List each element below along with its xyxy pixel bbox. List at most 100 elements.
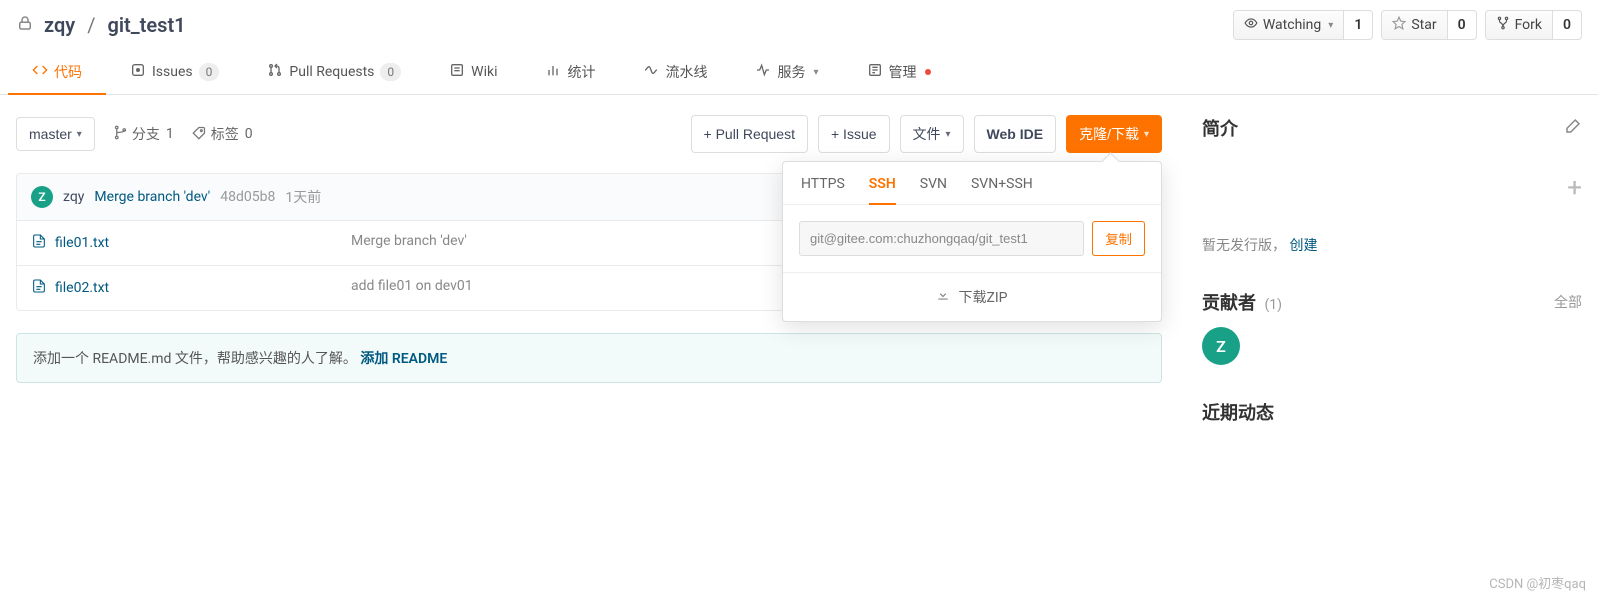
watch-count: 1 bbox=[1344, 12, 1372, 38]
tab-code[interactable]: 代码 bbox=[8, 48, 106, 94]
clone-tab-https[interactable]: HTTPS bbox=[801, 176, 845, 204]
code-icon bbox=[32, 62, 48, 82]
watch-label: Watching bbox=[1263, 17, 1321, 33]
tab-services-label: 服务 bbox=[777, 62, 805, 82]
tags-count: 0 bbox=[245, 126, 253, 142]
clone-tab-svn-ssh[interactable]: SVN+SSH bbox=[971, 176, 1033, 204]
web-ide-button[interactable]: Web IDE bbox=[974, 115, 1057, 153]
services-icon bbox=[755, 62, 771, 82]
pull-request-icon bbox=[267, 62, 283, 82]
tab-stats[interactable]: 统计 bbox=[521, 48, 619, 94]
create-release-link[interactable]: 创建 bbox=[1289, 238, 1317, 254]
fork-button[interactable]: Fork 0 bbox=[1485, 10, 1582, 40]
tab-issues-label: Issues bbox=[152, 64, 193, 80]
intro-heading: 简介 bbox=[1202, 115, 1238, 141]
tab-pr-count: 0 bbox=[380, 63, 401, 81]
clone-download-button[interactable]: 克隆/下载 ▾ bbox=[1066, 115, 1162, 153]
edit-intro-button[interactable] bbox=[1564, 117, 1582, 139]
star-count: 0 bbox=[1448, 12, 1476, 38]
branches-link[interactable]: 分支 1 bbox=[113, 124, 174, 144]
star-button[interactable]: Star 0 bbox=[1381, 10, 1476, 40]
caret-down-icon: ▾ bbox=[1144, 129, 1149, 140]
star-label: Star bbox=[1411, 17, 1436, 33]
file-icon bbox=[31, 233, 47, 253]
commit-message[interactable]: Merge branch 'dev' bbox=[94, 189, 210, 205]
repo-title: zqy / git_test1 bbox=[16, 13, 186, 37]
download-zip-button[interactable]: 下载ZIP bbox=[783, 272, 1161, 321]
branch-icon bbox=[113, 125, 128, 144]
readme-prompt: 添加一个 README.md 文件，帮助感兴趣的人了解。 添加 README bbox=[16, 333, 1162, 383]
issues-icon bbox=[130, 62, 146, 82]
tab-pull-requests[interactable]: Pull Requests 0 bbox=[243, 48, 425, 94]
tab-wiki[interactable]: Wiki bbox=[425, 48, 521, 94]
tab-stats-label: 统计 bbox=[567, 62, 595, 82]
tab-pr-label: Pull Requests bbox=[289, 64, 374, 80]
pipeline-icon bbox=[643, 62, 659, 82]
avatar[interactable]: Z bbox=[31, 186, 53, 208]
files-dropdown-label: 文件 bbox=[913, 124, 941, 144]
notification-dot-icon bbox=[925, 69, 931, 75]
repo-tabs: 代码 Issues 0 Pull Requests 0 Wiki 统计 流水线 … bbox=[0, 48, 1598, 95]
file-link[interactable]: file01.txt bbox=[17, 221, 337, 265]
eye-icon bbox=[1244, 16, 1258, 34]
tab-services[interactable]: 服务 ▾ bbox=[731, 48, 842, 94]
new-pull-request-button[interactable]: + Pull Request bbox=[691, 115, 808, 153]
lock-icon bbox=[16, 13, 34, 37]
file-name-label: file01.txt bbox=[55, 235, 109, 251]
new-issue-button[interactable]: + Issue bbox=[818, 115, 890, 153]
add-readme-link[interactable]: 添加 README bbox=[360, 351, 447, 367]
watch-button[interactable]: Watching ▾ 1 bbox=[1233, 10, 1373, 40]
tab-wiki-label: Wiki bbox=[471, 64, 497, 80]
fork-icon bbox=[1496, 16, 1510, 34]
repo-actions: Watching ▾ 1 Star 0 Fork 0 bbox=[1233, 10, 1582, 40]
stats-icon bbox=[545, 62, 561, 82]
branches-label: 分支 bbox=[132, 124, 160, 144]
contributor-avatar[interactable]: Z bbox=[1202, 327, 1240, 365]
tab-manage-label: 管理 bbox=[889, 62, 917, 82]
commit-hash[interactable]: 48d05b8 bbox=[220, 189, 275, 205]
contributors-all-link[interactable]: 全部 bbox=[1554, 292, 1582, 312]
download-zip-label: 下载ZIP bbox=[958, 287, 1007, 307]
tab-code-label: 代码 bbox=[54, 62, 82, 82]
tab-pipeline[interactable]: 流水线 bbox=[619, 48, 731, 94]
readme-prompt-text: 添加一个 README.md 文件，帮助感兴趣的人了解。 bbox=[33, 351, 357, 367]
tab-issues-count: 0 bbox=[199, 63, 220, 81]
repo-owner[interactable]: zqy bbox=[44, 13, 75, 37]
files-dropdown[interactable]: 文件 ▾ bbox=[900, 115, 964, 153]
file-icon bbox=[31, 278, 47, 298]
commit-time: 1天前 bbox=[285, 187, 321, 207]
download-icon bbox=[936, 288, 950, 306]
clone-panel: HTTPS SSH SVN SVN+SSH 复制 下载ZIP bbox=[782, 161, 1162, 322]
wiki-icon bbox=[449, 62, 465, 82]
caret-down-icon: ▾ bbox=[1328, 20, 1333, 31]
branch-select[interactable]: master ▾ bbox=[16, 117, 95, 151]
tags-label: 标签 bbox=[211, 124, 239, 144]
caret-down-icon: ▾ bbox=[946, 129, 951, 140]
no-release-text: 暂无发行版， bbox=[1202, 238, 1286, 254]
clone-download-label: 克隆/下载 bbox=[1079, 124, 1139, 144]
tab-manage[interactable]: 管理 bbox=[843, 48, 955, 94]
caret-down-icon: ▾ bbox=[813, 67, 818, 78]
tab-pipeline-label: 流水线 bbox=[665, 62, 707, 82]
add-button[interactable]: + bbox=[1567, 175, 1582, 201]
caret-down-icon: ▾ bbox=[77, 129, 82, 140]
fork-count: 0 bbox=[1553, 12, 1581, 38]
contributors-heading: 贡献者 (1) bbox=[1202, 289, 1282, 315]
file-link[interactable]: file02.txt bbox=[17, 266, 337, 310]
clone-tab-svn[interactable]: SVN bbox=[920, 176, 947, 204]
branch-select-label: master bbox=[29, 126, 72, 142]
activity-heading: 近期动态 bbox=[1202, 403, 1274, 424]
watermark: CSDN @初枣qaq bbox=[1489, 573, 1586, 592]
branches-count: 1 bbox=[166, 126, 174, 142]
tags-link[interactable]: 标签 0 bbox=[192, 124, 253, 144]
copy-button[interactable]: 复制 bbox=[1092, 221, 1145, 256]
tab-issues[interactable]: Issues 0 bbox=[106, 48, 243, 94]
clone-tab-ssh[interactable]: SSH bbox=[869, 176, 896, 204]
clone-url-input[interactable] bbox=[799, 221, 1084, 256]
star-icon bbox=[1392, 16, 1406, 34]
file-name-label: file02.txt bbox=[55, 280, 109, 296]
contributors-count: (1) bbox=[1264, 297, 1282, 313]
commit-author[interactable]: zqy bbox=[63, 189, 84, 205]
repo-name[interactable]: git_test1 bbox=[107, 13, 185, 37]
manage-icon bbox=[867, 62, 883, 82]
